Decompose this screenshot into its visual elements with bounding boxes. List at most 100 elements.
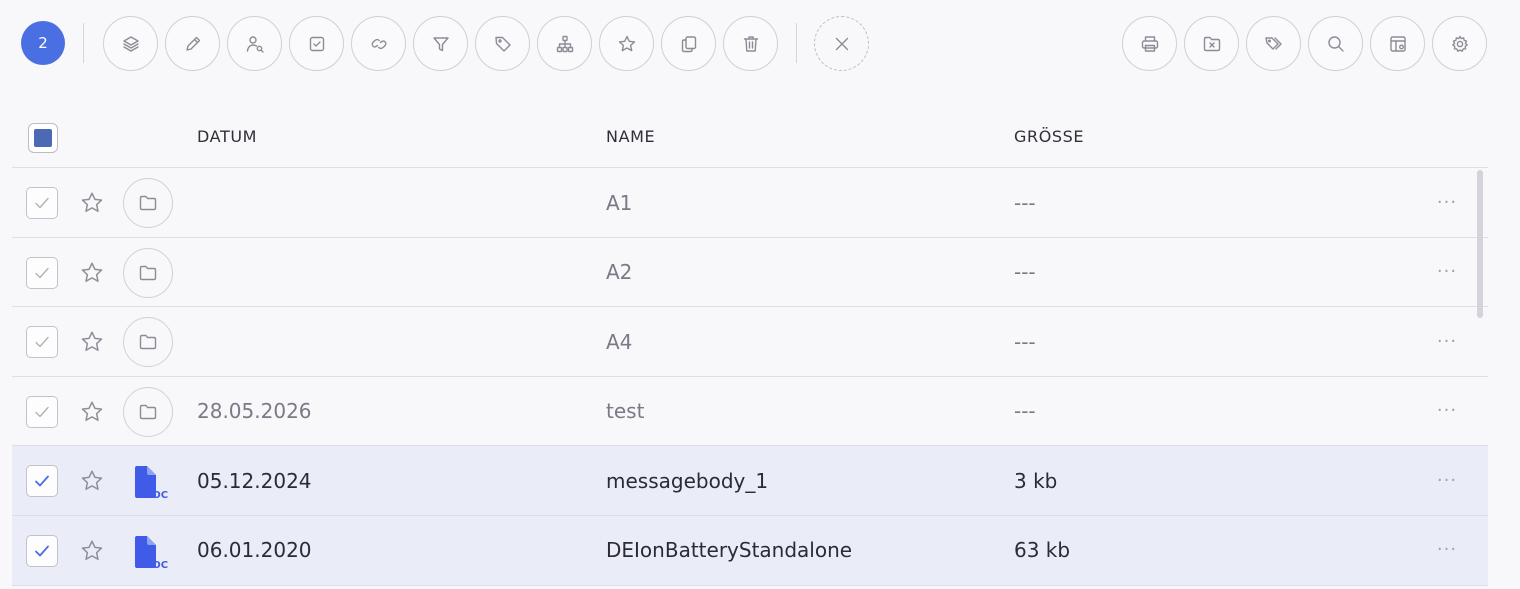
row-checkbox[interactable] bbox=[26, 187, 58, 219]
row-name[interactable]: A1 bbox=[606, 168, 632, 237]
table-row[interactable]: 28.05.2026 test --- ··· bbox=[12, 377, 1488, 447]
star-icon bbox=[81, 540, 103, 560]
indeterminate-mark bbox=[34, 129, 52, 147]
favorite-star-button[interactable] bbox=[79, 399, 105, 425]
tags-button[interactable] bbox=[1246, 16, 1301, 71]
table-row[interactable]: A4 --- ··· bbox=[12, 307, 1488, 377]
folder-icon bbox=[123, 386, 173, 437]
row-date: 28.05.2026 bbox=[197, 399, 312, 424]
doc-badge-label: DOC bbox=[144, 490, 168, 501]
star-icon bbox=[81, 262, 103, 282]
star-icon bbox=[81, 401, 103, 421]
folder-icon bbox=[123, 317, 173, 368]
column-header-size[interactable]: GRÖSSE bbox=[1014, 127, 1084, 146]
clear-selection-button[interactable] bbox=[814, 16, 869, 71]
table-header: DATUM NAME GRÖSSE bbox=[12, 100, 1488, 168]
edit-button[interactable] bbox=[165, 16, 220, 71]
print-button[interactable] bbox=[1122, 16, 1177, 71]
table-row[interactable]: A2 --- ··· bbox=[12, 238, 1488, 308]
remove-from-folder-button[interactable] bbox=[1184, 16, 1239, 71]
doc-file-icon: DOC bbox=[135, 466, 168, 501]
toolbar-divider bbox=[83, 23, 84, 63]
row-more-button[interactable]: ··· bbox=[1435, 329, 1459, 353]
column-header-date[interactable]: DATUM bbox=[197, 127, 257, 146]
select-all-checkbox[interactable] bbox=[28, 123, 58, 153]
row-name[interactable]: DEIonBatteryStandalone bbox=[606, 516, 852, 585]
check-icon bbox=[35, 267, 49, 278]
pencil-icon bbox=[185, 36, 200, 51]
row-checkbox[interactable] bbox=[26, 395, 58, 428]
check-icon bbox=[35, 336, 49, 348]
settings-button[interactable] bbox=[1432, 16, 1487, 71]
toolbar: 2 bbox=[0, 0, 1520, 86]
row-more-button[interactable]: ··· bbox=[1435, 399, 1459, 423]
tag-button[interactable] bbox=[475, 16, 530, 71]
row-name[interactable]: messagebody_1 bbox=[606, 446, 768, 515]
selection-count-badge: 2 bbox=[21, 21, 65, 65]
row-checkbox[interactable] bbox=[26, 534, 58, 567]
layers-button[interactable] bbox=[103, 16, 158, 71]
row-checkbox[interactable] bbox=[26, 256, 58, 289]
link-button[interactable] bbox=[351, 16, 406, 71]
star-icon bbox=[81, 192, 103, 212]
table-row[interactable]: A1 --- ··· bbox=[12, 168, 1488, 238]
doc-badge-label: DOC bbox=[144, 560, 168, 571]
star-icon bbox=[81, 470, 103, 491]
row-size: --- bbox=[1014, 260, 1036, 285]
row-more-button[interactable]: ··· bbox=[1435, 260, 1459, 284]
toolbar-divider bbox=[796, 23, 797, 63]
favorite-star-button[interactable] bbox=[79, 468, 105, 494]
row-size: 63 kb bbox=[1014, 538, 1071, 563]
permissions-button[interactable] bbox=[227, 16, 282, 71]
favorite-star-button[interactable] bbox=[79, 329, 105, 355]
row-more-button[interactable]: ··· bbox=[1435, 538, 1459, 562]
folder-icon bbox=[123, 247, 173, 298]
user-key-icon bbox=[246, 35, 264, 53]
row-size: --- bbox=[1014, 329, 1036, 354]
folder-remove-icon bbox=[1203, 36, 1220, 51]
table-row[interactable]: DOC 05.12.2024 messagebody_1 3 kb ··· bbox=[12, 446, 1488, 516]
task-button[interactable] bbox=[289, 16, 344, 71]
layers-icon bbox=[122, 35, 139, 52]
check-icon bbox=[35, 475, 49, 487]
gear-icon bbox=[1451, 35, 1468, 52]
table-row[interactable]: DOC 06.01.2020 DEIonBatteryStandalone 63… bbox=[12, 515, 1488, 586]
favorite-star-button[interactable] bbox=[79, 538, 105, 564]
print-icon bbox=[1141, 35, 1158, 52]
favorite-button[interactable] bbox=[599, 16, 654, 71]
search-icon bbox=[1327, 35, 1344, 52]
structure-button[interactable] bbox=[537, 16, 592, 71]
favorite-star-button[interactable] bbox=[79, 190, 105, 216]
table-settings-button[interactable] bbox=[1370, 16, 1425, 71]
filter-icon bbox=[432, 36, 449, 51]
trash-icon bbox=[743, 35, 758, 52]
star-icon bbox=[618, 35, 635, 51]
tag-icon bbox=[494, 36, 511, 52]
check-icon bbox=[35, 545, 49, 557]
filter-button[interactable] bbox=[413, 16, 468, 71]
copy-button[interactable] bbox=[661, 16, 716, 71]
check-icon bbox=[35, 197, 49, 209]
check-icon bbox=[35, 406, 49, 417]
row-more-button[interactable]: ··· bbox=[1435, 468, 1459, 492]
row-name[interactable]: A2 bbox=[606, 238, 632, 307]
tags-icon bbox=[1264, 36, 1282, 50]
star-icon bbox=[81, 331, 103, 352]
doc-file-icon: DOC bbox=[135, 535, 168, 571]
close-icon bbox=[835, 37, 848, 50]
copy-icon bbox=[681, 35, 696, 52]
table-settings-icon bbox=[1389, 35, 1406, 52]
favorite-star-button[interactable] bbox=[79, 260, 105, 286]
row-checkbox[interactable] bbox=[26, 326, 58, 359]
row-name[interactable]: test bbox=[606, 377, 644, 446]
row-size: --- bbox=[1014, 399, 1036, 424]
column-header-name[interactable]: NAME bbox=[606, 127, 655, 146]
row-more-button[interactable]: ··· bbox=[1435, 190, 1459, 214]
vertical-scrollbar[interactable] bbox=[1477, 170, 1483, 318]
file-table: DATUM NAME GRÖSSE A1 --- ··· A2 --- ··· … bbox=[12, 100, 1488, 586]
delete-button[interactable] bbox=[723, 16, 778, 71]
row-name[interactable]: A4 bbox=[606, 307, 632, 376]
search-button[interactable] bbox=[1308, 16, 1363, 71]
hierarchy-icon bbox=[556, 35, 573, 52]
row-checkbox[interactable] bbox=[26, 465, 58, 498]
